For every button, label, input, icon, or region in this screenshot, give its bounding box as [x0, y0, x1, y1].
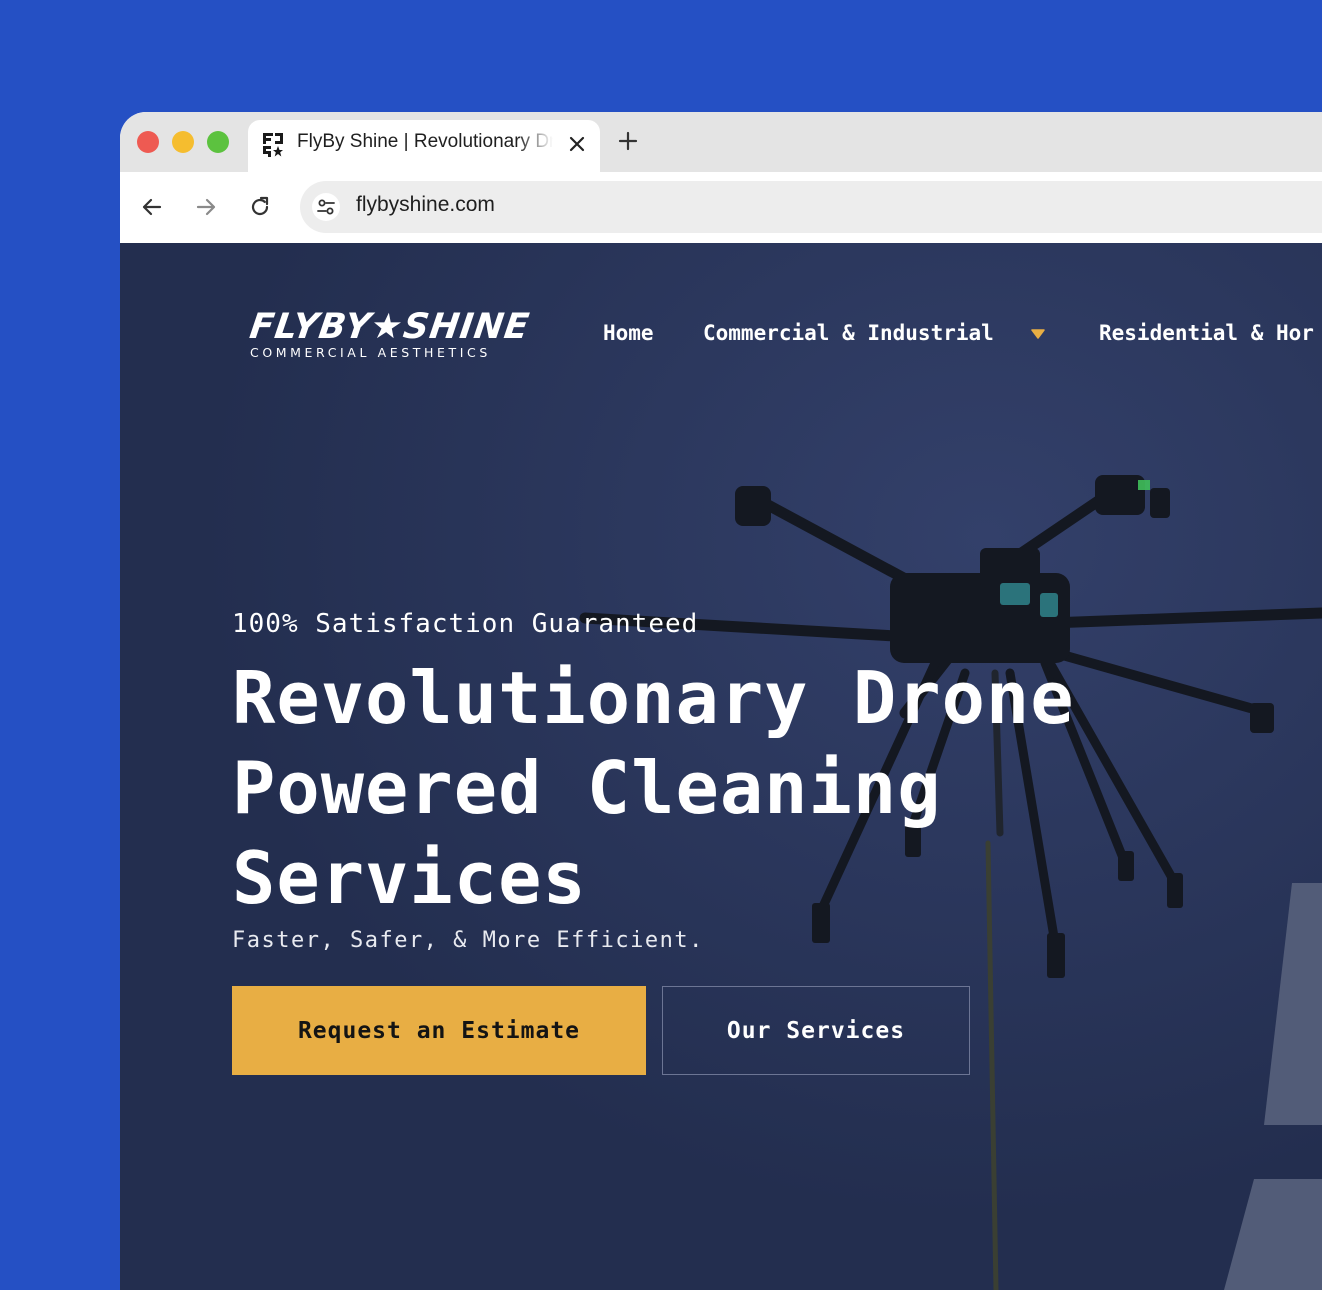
maximize-window-button[interactable]	[207, 131, 229, 153]
nav-item-residential[interactable]: Residential & Hor	[1099, 321, 1314, 345]
tab-bar: FlyBy Shine | Revolutionary Drone Powere…	[120, 112, 1322, 172]
logo-wordmark: FLYBY★SHINE	[247, 307, 533, 347]
our-services-button[interactable]: Our Services	[662, 986, 970, 1075]
site-info-button[interactable]	[312, 193, 340, 221]
hero-subheadline: Faster, Safer, & More Efficient.	[232, 928, 704, 953]
request-estimate-button[interactable]: Request an Estimate	[232, 986, 646, 1075]
arrow-right-icon[interactable]	[193, 194, 219, 220]
nav-item-commercial-industrial[interactable]: Commercial & Industrial	[703, 321, 994, 345]
arrow-left-icon[interactable]	[139, 194, 165, 220]
tune-icon	[317, 199, 335, 215]
close-icon[interactable]	[566, 133, 588, 155]
plus-icon[interactable]	[616, 129, 640, 153]
tab-title: FlyBy Shine | Revolutionary Drone Powere…	[297, 131, 553, 152]
nav-item-home[interactable]: Home	[603, 321, 654, 345]
browser-window: FlyBy Shine | Revolutionary Drone Powere…	[120, 112, 1322, 1290]
hero-headline: Revolutionary Drone Powered Cleaning Ser…	[232, 656, 1075, 920]
caret-down-icon[interactable]	[1031, 329, 1045, 339]
site-logo[interactable]: FLYBY★SHINE COMMERCIAL AESTHETICS	[247, 307, 535, 367]
logo-tagline: COMMERCIAL AESTHETICS	[250, 345, 491, 360]
reload-icon[interactable]	[247, 194, 273, 220]
browser-toolbar: flybyshine.com	[120, 172, 1322, 242]
hero-eyebrow: 100% Satisfaction Guaranteed	[232, 609, 699, 639]
flyby-shine-logo-icon	[263, 133, 283, 157]
minimize-window-button[interactable]	[172, 131, 194, 153]
browser-tab[interactable]: FlyBy Shine | Revolutionary Drone Powere…	[248, 120, 600, 172]
address-bar[interactable]: flybyshine.com	[300, 181, 1322, 233]
url-text[interactable]: flybyshine.com	[356, 193, 495, 217]
webpage: FLYBY★SHINE COMMERCIAL AESTHETICS Home C…	[120, 243, 1322, 1290]
close-window-button[interactable]	[137, 131, 159, 153]
